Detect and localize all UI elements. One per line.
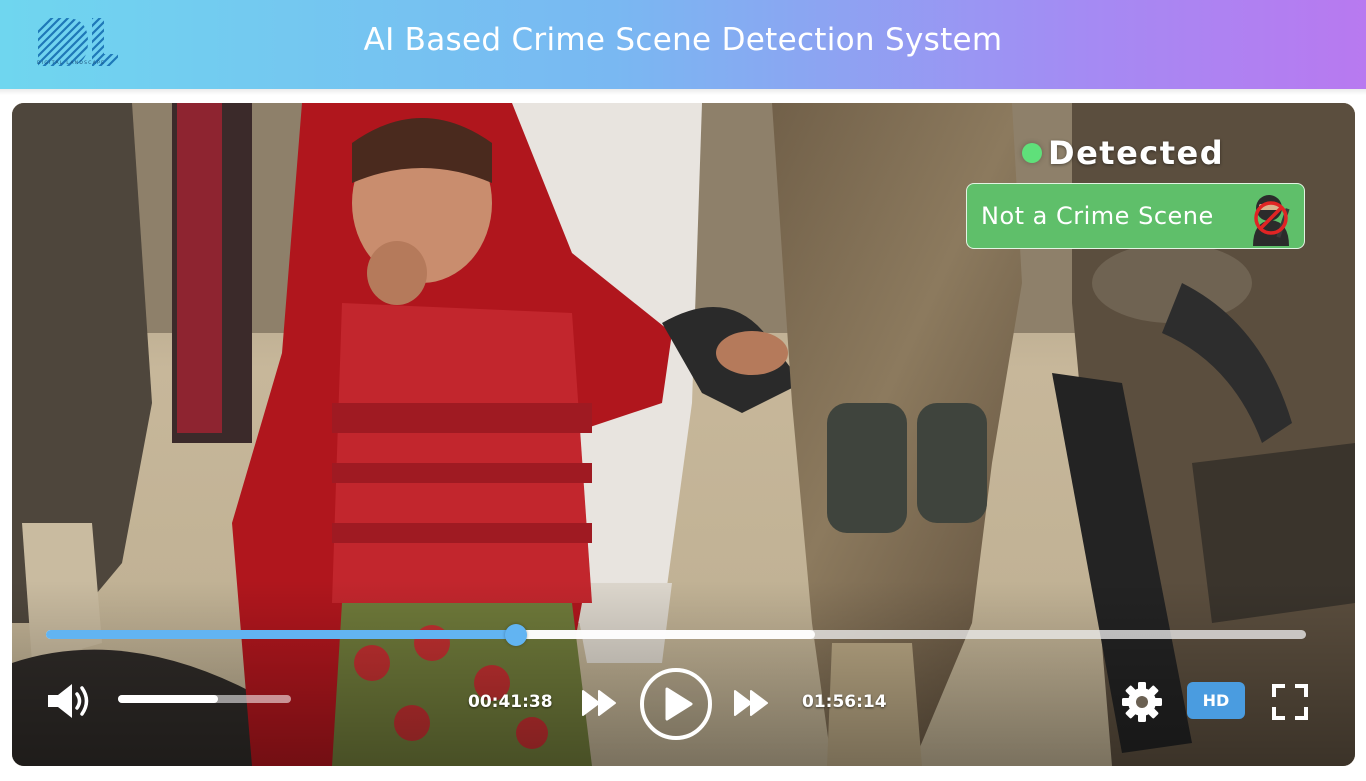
play-button[interactable] [639, 667, 713, 741]
detection-status: Detected [1022, 133, 1224, 173]
progress-handle[interactable] [504, 624, 527, 646]
result-label: Not a Crime Scene [981, 202, 1214, 230]
status-label: Detected [1048, 134, 1225, 172]
volume-slider[interactable] [118, 695, 291, 703]
fullscreen-icon[interactable] [1271, 683, 1309, 721]
no-weapon-icon [1253, 195, 1290, 246]
current-time: 00:41:38 [468, 692, 553, 712]
progress-fill [46, 630, 516, 639]
logo-text: DIGITAL LANDSCAPE [37, 61, 106, 66]
fast-forward-icon[interactable] [733, 689, 771, 717]
volume-icon[interactable] [46, 681, 96, 721]
gear-icon[interactable] [1121, 681, 1163, 723]
status-dot-icon [1022, 143, 1042, 163]
result-badge: Not a Crime Scene [966, 183, 1305, 249]
video-player[interactable]: Detected Not a Crime Scene 00:41:38 01:5… [12, 103, 1355, 766]
hd-quality-button[interactable]: HD [1187, 682, 1245, 719]
app-header: DIGITAL LANDSCAPE AI Based Crime Scene D… [0, 0, 1366, 89]
header-shadow [0, 89, 1366, 95]
volume-level [118, 695, 219, 703]
page-title: AI Based Crime Scene Detection System [363, 22, 1003, 58]
duration-time: 01:56:14 [802, 692, 887, 712]
rewind-icon[interactable] [581, 689, 619, 717]
progress-bar[interactable] [46, 624, 1306, 646]
